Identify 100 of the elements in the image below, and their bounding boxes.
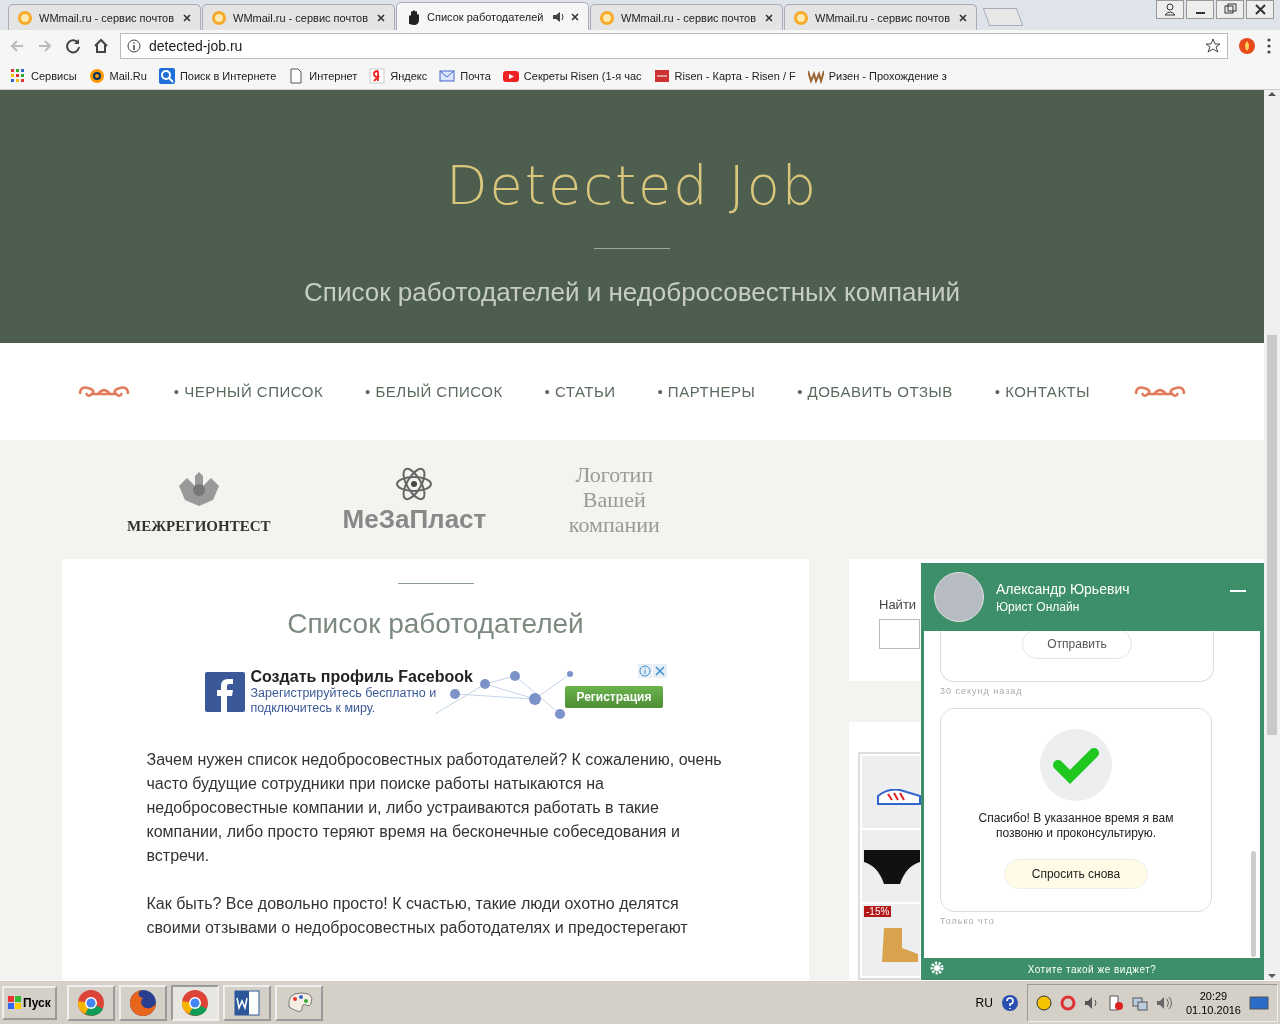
browser-tab[interactable]: Список работодателей xyxy=(396,2,589,30)
nav-link[interactable]: • СТАТЬИ xyxy=(544,383,616,401)
info-icon[interactable] xyxy=(127,39,141,53)
discount-badge: -15% xyxy=(864,906,892,917)
chrome-icon xyxy=(180,988,209,1017)
tab-title: WMmail.ru - сервис почтов xyxy=(621,11,758,24)
timestamp: 30 секунд назад xyxy=(940,686,1024,696)
search-icon xyxy=(158,67,175,84)
bookmark[interactable]: Поиск в Интернете xyxy=(158,67,277,84)
close-icon[interactable] xyxy=(376,12,386,23)
info-icon[interactable] xyxy=(637,664,652,678)
nav-link[interactable]: • БЕЛЫЙ СПИСОК xyxy=(365,383,503,401)
close-icon[interactable] xyxy=(958,12,968,23)
clock-date: 01.10.2016 xyxy=(1185,1002,1241,1017)
browser-tab[interactable]: WMmail.ru - сервис почтов xyxy=(202,4,395,30)
clock-time: 20:29 xyxy=(1199,988,1228,1003)
home-icon[interactable] xyxy=(92,37,110,55)
ask-again-button[interactable]: Спросить снова xyxy=(1003,859,1149,889)
volume-icon[interactable] xyxy=(1155,994,1172,1011)
bookmark[interactable]: Mail.Ru xyxy=(88,67,147,84)
close-icon[interactable] xyxy=(570,11,580,22)
favicon-icon xyxy=(793,9,809,26)
send-button[interactable]: Отправить xyxy=(1022,631,1132,659)
product-photo-placeholder[interactable]: -15% xyxy=(862,904,920,976)
taskbar-app[interactable] xyxy=(222,984,271,1021)
nav-link[interactable]: • ПАРТНЕРЫ xyxy=(657,383,756,401)
bookmark[interactable]: Яндекс xyxy=(369,67,428,84)
tab-title: WMmail.ru - сервис почтов xyxy=(815,11,952,24)
bookmark[interactable]: Интернет xyxy=(288,67,358,84)
ad-title: Создать профиль Facebook xyxy=(250,668,473,686)
close-icon[interactable] xyxy=(764,12,774,23)
browser-tab[interactable]: WMmail.ru - сервис почтов xyxy=(8,4,201,30)
tab-title: WMmail.ru - сервис почтов xyxy=(39,11,176,24)
bookmark[interactable]: Почта xyxy=(439,67,491,84)
chrome-icon xyxy=(76,988,105,1017)
ad-banner[interactable]: Создать профиль Facebook Зарегистрируйтесь бесплатно и подключитесь к миру. Регистрация xyxy=(204,664,667,720)
search-field[interactable] xyxy=(879,619,920,649)
minimize-icon[interactable] xyxy=(1186,0,1214,19)
gear-icon[interactable] xyxy=(930,961,944,975)
search-label: Найти xyxy=(879,597,917,612)
scrollbar[interactable] xyxy=(1264,90,1280,980)
checkmark-icon xyxy=(1040,729,1112,801)
scroll-thumb[interactable] xyxy=(1251,851,1256,957)
restore-icon[interactable] xyxy=(1216,0,1244,19)
tab-title: Список работодателей xyxy=(427,10,545,23)
browser-tab[interactable]: WMmail.ru - сервис почтов xyxy=(784,4,977,30)
user-icon[interactable] xyxy=(1156,0,1184,19)
taskbar-app[interactable] xyxy=(170,984,219,1021)
firefox-icon xyxy=(128,988,157,1017)
favicon-icon xyxy=(599,9,615,26)
menu-icon[interactable] xyxy=(1266,37,1272,55)
flame-icon[interactable] xyxy=(1238,37,1256,55)
tab-title: WMmail.ru - сервис почтов xyxy=(233,11,370,24)
site-title: Detected Job xyxy=(446,153,818,219)
star-icon[interactable] xyxy=(1205,38,1221,54)
windows-logo-icon xyxy=(8,996,21,1009)
address-bar[interactable]: detected-job.ru xyxy=(120,33,1228,59)
favicon-icon xyxy=(17,9,33,26)
nav-link[interactable]: • КОНТАКТЫ xyxy=(994,383,1091,401)
start-button[interactable]: Пуск xyxy=(2,985,57,1020)
page-icon xyxy=(288,67,305,84)
paragraph: Зачем нужен список недобросовестных работодателей? К сожалению, очень часто будущие сотрудники при поиске работы натыкаются на недобросовестные компании и, либо устраиваются работать в такие компании, либо просто теряют время на бесконечные собеседования и встречи. xyxy=(145,750,723,866)
network-icon[interactable] xyxy=(1131,994,1148,1011)
help-icon[interactable] xyxy=(1000,993,1019,1012)
sneaker-drawing xyxy=(877,789,921,805)
taskbar-app[interactable] xyxy=(66,984,115,1021)
facebook-logo-icon xyxy=(204,672,245,712)
agent-name: Александр Юрьевич xyxy=(996,580,1130,597)
scroll-thumb[interactable] xyxy=(1267,335,1277,735)
reload-icon[interactable] xyxy=(64,37,82,55)
bookmark[interactable]: Risen - Карта - Risen / F xyxy=(653,67,796,84)
apps-icon xyxy=(10,67,26,84)
favicon-icon xyxy=(211,9,227,26)
agent-role: Юрист Онлайн xyxy=(996,599,1081,614)
language-indicator[interactable]: RU xyxy=(975,995,993,1010)
widget-link[interactable]: Хотите такой же виджет? xyxy=(1027,963,1157,975)
timestamp: Только что xyxy=(940,916,996,926)
bookmark[interactable]: Секреты Risen (1-я час xyxy=(502,67,642,84)
ya-icon xyxy=(369,67,386,84)
word-icon xyxy=(232,988,261,1017)
partner-logo[interactable]: МЕЖРЕГИОНТЕСТ xyxy=(127,464,271,536)
page-heading: Список работодателей xyxy=(287,608,584,640)
url-text: detected-job.ru xyxy=(149,38,244,54)
clock[interactable]: 20:29 01.10.2016 xyxy=(1185,988,1241,1017)
bookmark[interactable]: Ризен - Прохождение з xyxy=(807,67,947,84)
ad-text: Зарегистрируйтесь бесплатно и подключитесь к миру. xyxy=(250,686,438,716)
avatar xyxy=(934,572,984,622)
close-icon[interactable] xyxy=(1246,0,1274,19)
taskbar-app[interactable] xyxy=(118,984,167,1021)
nav-link[interactable]: • ЧЕРНЫЙ СПИСОК xyxy=(173,383,324,401)
product-photo-placeholder[interactable] xyxy=(862,830,920,902)
site-subtitle: Список работодателей и недобросовестных компаний xyxy=(304,277,960,308)
paragraph: Как быть? Все довольно просто! К счастью, такие люди охотно делятся своими отзывами о недобросовестных работодателях и предостерегают xyxy=(145,894,689,938)
browser-tab[interactable]: WMmail.ru - сервис почтов xyxy=(590,4,783,30)
nav-link[interactable]: • ДОБАВИТЬ ОТЗЫВ xyxy=(797,383,953,401)
close-icon[interactable] xyxy=(182,12,192,23)
bookmark[interactable]: Сервисы xyxy=(10,67,77,84)
desktop-icon[interactable] xyxy=(1249,993,1269,1012)
mail-icon xyxy=(439,67,456,84)
briefs-drawing xyxy=(864,850,920,884)
